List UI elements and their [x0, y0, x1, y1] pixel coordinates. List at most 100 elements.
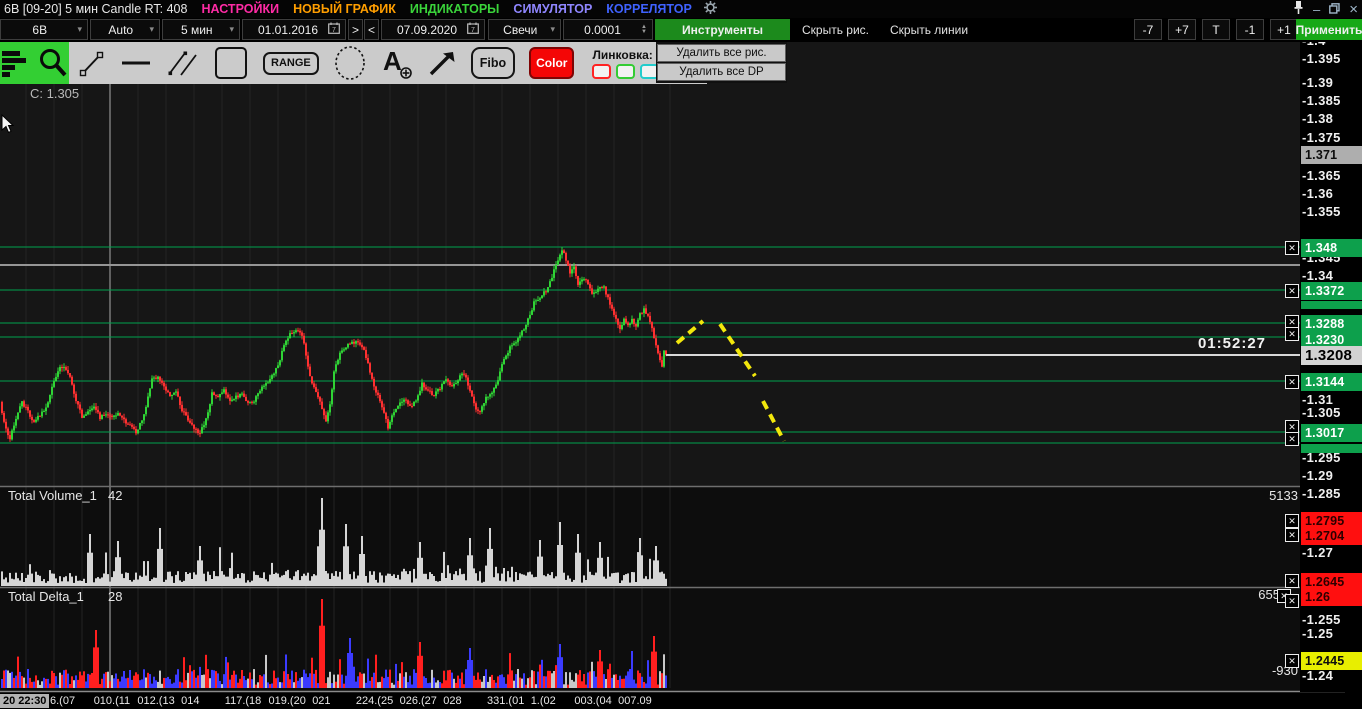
price-tick: -1.375: [1302, 130, 1341, 145]
line-delete-box[interactable]: ✕: [1285, 284, 1299, 298]
delete-all-drawings-button[interactable]: Удалить все рис.: [657, 44, 786, 62]
active-tools-block: [0, 42, 69, 84]
price-level-label[interactable]: 1.3144: [1301, 373, 1362, 391]
stepper-icons[interactable]: ▲ ▼: [641, 24, 647, 35]
chevron-down-icon: ▾: [229, 24, 234, 34]
main-menu: НАСТРОЙКИ НОВЫЙ ГРАФИК ИНДИКАТОРЫ СИМУЛЯТОР…: [201, 2, 691, 16]
close-button[interactable]: ×: [1349, 1, 1358, 18]
price-level-sliver[interactable]: [1301, 301, 1362, 309]
volume-panel-title: Total Volume_1: [8, 488, 97, 503]
price-level-label[interactable]: 1.348: [1301, 239, 1362, 257]
price-level-label[interactable]: 1.3288: [1301, 315, 1362, 333]
timeframe-select[interactable]: 5 мин ▾: [162, 19, 240, 40]
parallel-lines-tool[interactable]: [167, 47, 199, 79]
price-level-label[interactable]: 1.2445: [1301, 652, 1362, 670]
hide-lines-button[interactable]: Скрыть линии: [890, 19, 968, 40]
price-level-label[interactable]: 1.371: [1301, 146, 1362, 164]
price-tick: -1.29: [1302, 468, 1334, 483]
calendar-icon[interactable]: 7: [467, 22, 479, 37]
today-button[interactable]: T: [1202, 19, 1230, 40]
tick-step-input[interactable]: 0.0001 ▲ ▼: [563, 19, 653, 40]
volume-last-value: 42: [108, 488, 123, 503]
price-level-label[interactable]: 1.3372: [1301, 282, 1362, 300]
line-delete-box[interactable]: ✕: [1285, 574, 1299, 588]
trendline-tool[interactable]: [79, 48, 105, 78]
price-level-label[interactable]: 1.3017: [1301, 424, 1362, 442]
minimize-button[interactable]: –: [1313, 2, 1320, 17]
price-tick: -1.365: [1302, 168, 1341, 183]
time-tick-label: 019.(20: [268, 695, 306, 707]
delete-all-dp-button[interactable]: Удалить все DP: [657, 63, 786, 81]
date-from-input[interactable]: 01.01.2016 7: [242, 19, 346, 40]
symbol-select[interactable]: 6B ▾: [0, 19, 88, 40]
title-bar: 6B [09-20] 5 мин Candle RT: 408 НАСТРОЙК…: [0, 0, 1362, 18]
price-tick: -1.34: [1302, 268, 1334, 283]
fibonacci-tool[interactable]: Fibo: [470, 46, 516, 80]
mouse-cursor: [1, 114, 15, 134]
horizontal-line-tool[interactable]: [119, 48, 153, 78]
shift-fwd-1-button[interactable]: +1: [1270, 19, 1298, 40]
line-delete-box[interactable]: ✕: [1285, 514, 1299, 528]
line-delete-box[interactable]: ✕: [1285, 327, 1299, 341]
link-color-box-0[interactable]: [592, 64, 612, 79]
rectangle-tool[interactable]: [213, 45, 249, 81]
time-tick-label: 117.(18: [224, 695, 262, 707]
shift-fwd-7-button[interactable]: +7: [1168, 19, 1196, 40]
chevron-down-icon: ▾: [149, 24, 154, 34]
text-tool[interactable]: A: [381, 46, 413, 80]
menu-correlator[interactable]: КОРРЕЛЯТОР: [606, 2, 692, 16]
line-delete-box[interactable]: ✕: [1285, 375, 1299, 389]
time-tick-label: 224.(25: [355, 695, 394, 707]
instruments-button[interactable]: Инструменты: [655, 19, 790, 40]
line-delete-box[interactable]: ✕: [1285, 654, 1299, 668]
time-tick-label: 028: [443, 695, 462, 707]
color-picker-tool[interactable]: Color: [529, 47, 575, 79]
price-tick: -1.39: [1302, 75, 1334, 90]
time-tick-label: 021: [312, 695, 331, 707]
apply-button[interactable]: Применить: [1296, 19, 1362, 40]
price-level-label[interactable]: 1.2795: [1301, 512, 1362, 530]
arrow-tool[interactable]: [427, 48, 457, 78]
price-tick: -1.27: [1302, 545, 1334, 560]
aggregation-select[interactable]: Auto ▾: [90, 19, 160, 40]
time-axis[interactable]: 20 22:30 6.(07 010.(11 012.(13 014 117.(18 01…: [0, 693, 1362, 709]
zoom-tool[interactable]: [37, 47, 69, 79]
calendar-icon[interactable]: 7: [328, 22, 340, 37]
line-delete-box[interactable]: ✕: [1285, 432, 1299, 446]
range-expand-button[interactable]: >: [348, 19, 363, 40]
shift-back-7-button[interactable]: -7: [1134, 19, 1162, 40]
price-chart-canvas[interactable]: [0, 0, 1362, 709]
price-tick: -1.4: [1302, 42, 1326, 48]
date-to-input[interactable]: 07.09.2020 7: [381, 19, 485, 40]
line-delete-box[interactable]: ✕: [1285, 528, 1299, 542]
close-price-label: C: 1.305: [30, 86, 80, 101]
menu-indicators[interactable]: ИНДИКАТОРЫ: [410, 2, 500, 16]
price-level-label[interactable]: 1.2645: [1301, 573, 1362, 591]
range-tool[interactable]: RANGE: [263, 51, 319, 75]
price-level-label[interactable]: 1.3208: [1301, 345, 1362, 365]
settings-gear-icon[interactable]: [703, 1, 717, 17]
price-tick: -1.255: [1302, 612, 1341, 627]
time-axis-highlight: 20 22:30: [0, 694, 50, 708]
volume-profile-tool[interactable]: [0, 47, 30, 79]
link-color-box-1[interactable]: [616, 64, 636, 79]
price-axis[interactable]: -1.4 -1.395 -1.39 -1.385 -1.38 -1.375 -1.365 -1…: [1300, 42, 1362, 692]
menu-settings[interactable]: НАСТРОЙКИ: [201, 2, 279, 16]
line-delete-box[interactable]: ✕: [1285, 594, 1299, 608]
menu-simulator[interactable]: СИМУЛЯТОР: [513, 2, 592, 16]
shift-back-1-button[interactable]: -1: [1236, 19, 1264, 40]
menu-new-chart[interactable]: НОВЫЙ ГРАФИК: [293, 2, 396, 16]
linking-label: Линковка:: [592, 47, 653, 62]
chart-type-select[interactable]: Свечи ▾: [488, 19, 561, 40]
svg-text:7: 7: [332, 27, 336, 34]
ellipse-tool[interactable]: [333, 45, 367, 81]
price-level-sliver[interactable]: [1301, 443, 1362, 453]
delta-min-value: -930: [1271, 663, 1298, 678]
range-shrink-button[interactable]: <: [364, 19, 379, 40]
hide-drawings-button[interactable]: Скрыть рис.: [802, 19, 869, 40]
line-delete-box[interactable]: ✕: [1285, 241, 1299, 255]
pin-icon[interactable]: [1293, 1, 1304, 17]
time-tick-label: 6.(07: [50, 695, 76, 707]
restore-button[interactable]: [1329, 2, 1340, 17]
price-tick: -1.285: [1302, 486, 1341, 501]
